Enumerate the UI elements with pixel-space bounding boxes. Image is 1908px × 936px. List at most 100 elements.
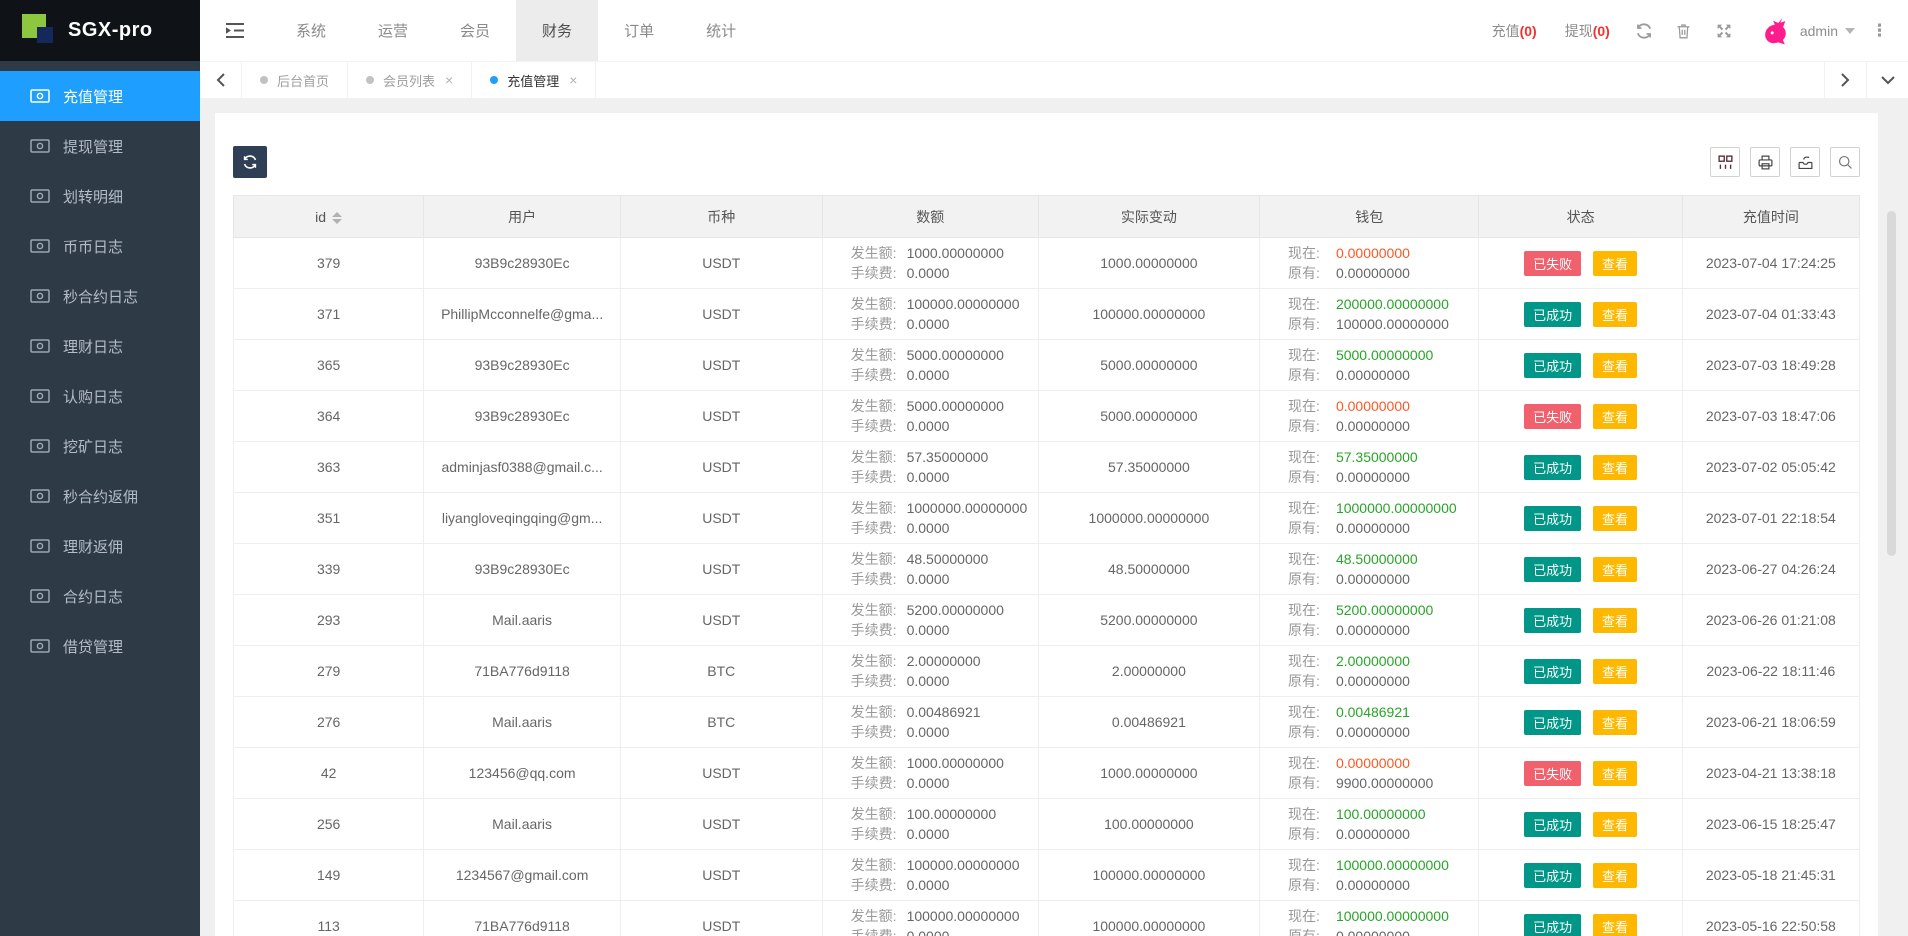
- sidebar-item-2[interactable]: 划转明细: [0, 171, 200, 221]
- cell-time: 2023-05-18 21:45:31: [1681, 849, 1861, 901]
- sidebar-item-4[interactable]: 秒合约日志: [0, 271, 200, 321]
- cell-status: 已失败 查看: [1478, 237, 1683, 289]
- col-header-0[interactable]: id: [232, 195, 425, 238]
- search-button[interactable]: [1830, 147, 1860, 177]
- tab-0[interactable]: 后台首页: [242, 62, 349, 98]
- clear-cache-button[interactable]: [1664, 22, 1704, 40]
- recharge-count: (0): [1519, 22, 1537, 39]
- kebab-menu-icon[interactable]: ⋮: [1865, 21, 1894, 41]
- sidebar-item-5[interactable]: 理财日志: [0, 321, 200, 371]
- tab-2[interactable]: 充值管理 ×: [472, 62, 597, 98]
- cell-amount: 发生额: 48.50000000 手续费: 0.0000: [821, 543, 1039, 595]
- sidebar-item-0[interactable]: 充值管理: [0, 71, 200, 121]
- col-header-4: 实际变动: [1037, 195, 1260, 238]
- tab-close-icon[interactable]: ×: [445, 72, 453, 88]
- sort-icon[interactable]: [332, 211, 343, 224]
- view-button[interactable]: 查看: [1593, 811, 1638, 837]
- view-button[interactable]: 查看: [1593, 709, 1638, 735]
- cell-time: 2023-07-03 18:47:06: [1681, 390, 1861, 442]
- tabs-scroll-left-button[interactable]: [200, 62, 242, 98]
- cell-user: Mail.aaris: [423, 798, 621, 850]
- table-refresh-button[interactable]: [233, 146, 267, 178]
- nav-item-4[interactable]: 订单: [598, 0, 680, 61]
- collapse-icon: [226, 23, 244, 38]
- sidebar-item-8[interactable]: 秒合约返佣: [0, 471, 200, 521]
- tabs-scroll-right-button[interactable]: [1824, 62, 1866, 98]
- content-area: id 用户 币种 数额 实际变动 钱包 状态 充值时间 379 93B9c28930Ec US…: [200, 98, 1908, 936]
- sidebar-item-1[interactable]: 提现管理: [0, 121, 200, 171]
- cell-status: 已失败 查看: [1478, 747, 1683, 799]
- sidebar-item-9[interactable]: 理财返佣: [0, 521, 200, 571]
- nav-item-3[interactable]: 财务: [516, 0, 599, 61]
- sidebar-item-10[interactable]: 合约日志: [0, 571, 200, 621]
- cell-time: 2023-07-02 05:05:42: [1681, 441, 1861, 493]
- cell-id: 371: [232, 288, 425, 340]
- view-button[interactable]: 查看: [1593, 454, 1638, 480]
- table-row: 363 adminjasf0388@gmail.c... USDT 发生额: 57…: [232, 441, 1861, 493]
- view-button[interactable]: 查看: [1593, 505, 1638, 531]
- cell-wallet: 现在: 0.00000000 原有: 9900.00000000: [1258, 747, 1480, 799]
- view-button[interactable]: 查看: [1593, 913, 1638, 936]
- view-button[interactable]: 查看: [1593, 862, 1638, 888]
- cell-actual-change: 5000.00000000: [1037, 390, 1260, 442]
- cell-status: 已成功 查看: [1478, 849, 1683, 901]
- view-button[interactable]: 查看: [1593, 658, 1638, 684]
- data-table-card: id 用户 币种 数额 实际变动 钱包 状态 充值时间 379 93B9c28930Ec US…: [215, 113, 1878, 936]
- cell-user: 71BA776d9118: [423, 900, 621, 936]
- withdraw-count: (0): [1592, 22, 1610, 39]
- cell-status: 已成功 查看: [1478, 492, 1683, 544]
- sidebar-item-7[interactable]: 挖矿日志: [0, 421, 200, 471]
- tab-bar: 后台首页 会员列表 × 充值管理 ×: [200, 61, 1908, 98]
- cell-coin: USDT: [619, 390, 823, 442]
- view-button[interactable]: 查看: [1593, 607, 1638, 633]
- cell-user: Mail.aaris: [423, 696, 621, 748]
- scrollbar[interactable]: [1887, 211, 1896, 556]
- status-badge: 已成功: [1524, 709, 1582, 735]
- cell-time: 2023-06-26 01:21:08: [1681, 594, 1861, 646]
- chevron-left-icon: [216, 73, 225, 87]
- tabs: 后台首页 会员列表 × 充值管理 ×: [242, 62, 597, 98]
- cell-time: 2023-07-04 17:24:25: [1681, 237, 1861, 289]
- refresh-icon: [1636, 22, 1651, 39]
- export-button[interactable]: [1790, 147, 1820, 177]
- nav-item-0[interactable]: 系统: [270, 0, 352, 61]
- columns-filter-button[interactable]: [1710, 147, 1740, 177]
- collapse-sidebar-button[interactable]: [200, 0, 270, 61]
- view-button[interactable]: 查看: [1593, 403, 1638, 429]
- admin-menu[interactable]: admin: [1760, 16, 1855, 46]
- cell-status: 已成功 查看: [1478, 339, 1683, 391]
- cell-wallet: 现在: 0.00486921 原有: 0.00000000: [1258, 696, 1480, 748]
- view-button[interactable]: 查看: [1593, 250, 1638, 276]
- sidebar: SGX-pro 充值管理 提现管理 划转明细 币币日志 秒合约日志 理财日志 认…: [0, 0, 200, 936]
- cell-actual-change: 100.00000000: [1037, 798, 1260, 850]
- cell-user: 93B9c28930Ec: [423, 237, 621, 289]
- nav-item-1[interactable]: 运营: [352, 0, 434, 61]
- nav-item-5[interactable]: 统计: [680, 0, 762, 61]
- sidebar-item-11[interactable]: 借贷管理: [0, 621, 200, 671]
- cell-coin: USDT: [619, 849, 823, 901]
- admin-username: admin: [1799, 22, 1838, 39]
- view-button[interactable]: 查看: [1593, 760, 1638, 786]
- refresh-button[interactable]: [1624, 22, 1664, 40]
- cell-id: 339: [232, 543, 425, 595]
- table-row: 365 93B9c28930Ec USDT 发生额: 5000.00000000 …: [232, 339, 1861, 391]
- view-button[interactable]: 查看: [1593, 556, 1638, 582]
- nav-item-2[interactable]: 会员: [434, 0, 516, 61]
- recharge-counter-link[interactable]: 充值(0): [1492, 21, 1537, 41]
- tab-close-icon[interactable]: ×: [569, 72, 577, 88]
- view-button[interactable]: 查看: [1593, 352, 1638, 378]
- tab-1[interactable]: 会员列表 ×: [348, 62, 473, 98]
- view-button[interactable]: 查看: [1593, 301, 1638, 327]
- withdraw-counter-link[interactable]: 提现(0): [1565, 21, 1610, 41]
- sidebar-item-3[interactable]: 币币日志: [0, 221, 200, 271]
- cell-actual-change: 5200.00000000: [1037, 594, 1260, 646]
- print-button[interactable]: [1750, 147, 1780, 177]
- sidebar-item-6[interactable]: 认购日志: [0, 371, 200, 421]
- status-badge: 已成功: [1524, 352, 1582, 378]
- fullscreen-button[interactable]: [1704, 23, 1744, 39]
- cell-id: 363: [232, 441, 425, 493]
- cell-actual-change: 100000.00000000: [1037, 849, 1260, 901]
- cell-time: 2023-07-01 22:18:54: [1681, 492, 1861, 544]
- tabs-menu-button[interactable]: [1866, 62, 1908, 98]
- tab-label: 充值管理: [507, 73, 560, 89]
